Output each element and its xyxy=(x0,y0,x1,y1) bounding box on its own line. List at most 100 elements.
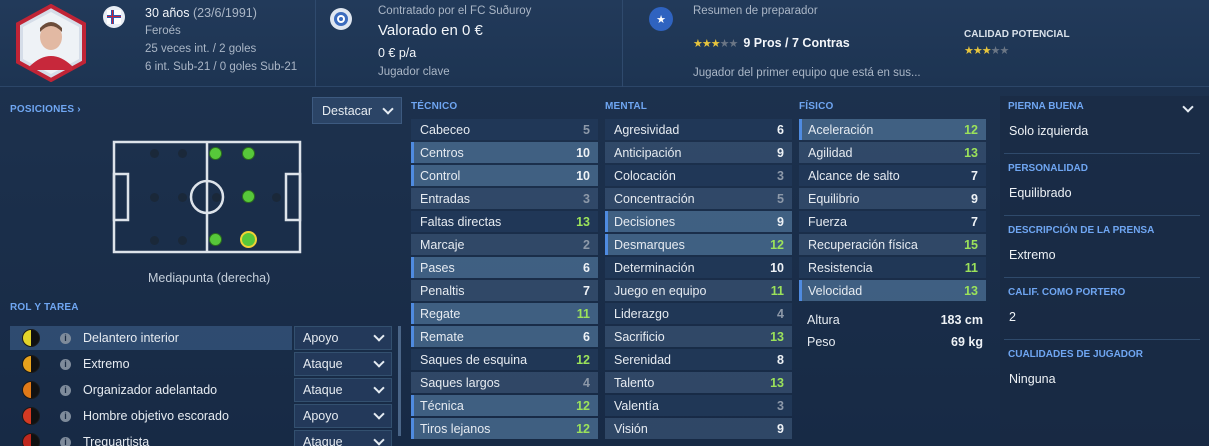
mental-attribute-name: Liderazgo xyxy=(614,306,669,321)
mental-attribute-name: Agresividad xyxy=(614,122,680,137)
info-icon[interactable]: i xyxy=(60,384,71,396)
technical-attribute-row: Tiros lejanos 12 xyxy=(411,418,598,439)
position-marker xyxy=(209,233,222,246)
physical-attribute-row: Recuperación física 15 xyxy=(799,234,986,255)
info-collapse-button[interactable] xyxy=(1181,101,1195,117)
role-row[interactable]: i Hombre objetivo escorado xyxy=(10,404,292,428)
mental-attribute-row: Concentración 5 xyxy=(605,188,792,209)
star-icon: ★ xyxy=(999,45,1010,57)
role-row[interactable]: i Organizador adelantado xyxy=(10,378,292,402)
mental-attribute-name: Sacrificio xyxy=(614,329,665,344)
player-photo xyxy=(12,3,90,83)
info-value: Solo izquierda xyxy=(1009,124,1089,138)
role-row[interactable]: i Extremo xyxy=(10,352,292,376)
role-circle-icon xyxy=(22,381,40,399)
physical-attribute-name: Aceleración xyxy=(808,122,874,137)
mental-attribute-value: 4 xyxy=(777,306,784,321)
info-icon[interactable]: i xyxy=(60,436,71,446)
role-duty-value: Ataque xyxy=(303,435,343,446)
info-divider xyxy=(1004,339,1200,340)
positions-label: POSICIONES xyxy=(10,104,75,115)
role-duty-dropdown[interactable]: Ataque xyxy=(294,352,392,376)
mental-attribute-value: 13 xyxy=(770,375,784,390)
roles-scrollbar[interactable] xyxy=(398,326,401,436)
technical-attribute-value: 3 xyxy=(583,191,590,206)
role-name: Trequartista xyxy=(83,435,150,446)
mental-attribute-value: 9 xyxy=(777,214,784,229)
physical-attribute-value: 7 xyxy=(971,214,978,229)
physical-attribute-name: Resistencia xyxy=(808,260,873,275)
role-row[interactable]: i Trequartista xyxy=(10,430,292,446)
physical-attribute-row: Alcance de salto 7 xyxy=(799,165,986,186)
technical-attribute-name: Penaltis xyxy=(420,283,465,298)
mental-attribute-name: Visión xyxy=(614,421,648,436)
technical-attribute-row: Saques largos 4 xyxy=(411,372,598,393)
technical-attribute-value: 11 xyxy=(576,306,590,321)
technical-attribute-row: Penaltis 7 xyxy=(411,280,598,301)
technical-attribute-value: 10 xyxy=(576,168,590,183)
star-icon: ★ xyxy=(972,45,983,57)
current-ability-stars: ★★★★★ xyxy=(693,36,739,50)
role-row[interactable]: i Delantero interior xyxy=(10,326,292,350)
chevron-down-icon xyxy=(373,382,385,394)
highlight-dropdown[interactable]: Destacar xyxy=(312,97,402,124)
mental-attribute-row: Determinación 10 xyxy=(605,257,792,278)
info-panel xyxy=(1000,96,1209,446)
star-icon: ★ xyxy=(728,38,739,50)
physical-attribute-value: 15 xyxy=(964,237,978,252)
star-icon: ★ xyxy=(710,38,721,50)
info-icon[interactable]: i xyxy=(60,410,71,422)
role-duty-value: Apoyo xyxy=(303,331,339,345)
mental-attribute-row: Desmarques 12 xyxy=(605,234,792,255)
player-value: Valorado en 0 € xyxy=(378,22,483,39)
mental-attribute-row: Decisiones 9 xyxy=(605,211,792,232)
technical-attribute-value: 4 xyxy=(583,375,590,390)
potential-ability-stars: ★★★★★ xyxy=(964,43,1010,57)
technical-attribute-name: Faltas directas xyxy=(420,214,502,229)
info-icon[interactable]: i xyxy=(60,358,71,370)
role-duty-dropdown[interactable]: Apoyo xyxy=(294,404,392,428)
technical-attribute-row: Marcaje 2 xyxy=(411,234,598,255)
technical-attribute-value: 7 xyxy=(583,283,590,298)
role-duty-dropdown[interactable]: Ataque xyxy=(294,430,392,446)
chevron-down-icon xyxy=(373,434,385,446)
position-marker xyxy=(209,147,222,160)
physical-attribute-name: Agilidad xyxy=(808,145,853,160)
physical-attribute-row: Equilibrio 9 xyxy=(799,188,986,209)
position-marker-selected xyxy=(240,231,257,248)
technical-attribute-row: Cabeceo 5 xyxy=(411,119,598,140)
positions-header[interactable]: POSICIONES › xyxy=(10,104,81,115)
role-name: Extremo xyxy=(83,357,130,371)
role-duty-dropdown[interactable]: Apoyo xyxy=(294,326,392,350)
physical-attribute-name: Equilibrio xyxy=(808,191,860,206)
technical-attribute-value: 10 xyxy=(576,145,590,160)
technical-attribute-row: Control 10 xyxy=(411,165,598,186)
position-caption: Mediapunta (derecha) xyxy=(148,271,271,285)
technical-attribute-name: Remate xyxy=(420,329,464,344)
info-icon[interactable]: i xyxy=(60,332,71,344)
squad-status: Jugador clave xyxy=(378,66,450,78)
technical-attribute-row: Técnica 12 xyxy=(411,395,598,416)
technical-attribute-name: Pases xyxy=(420,260,455,275)
technical-header: TÉCNICO xyxy=(411,101,458,112)
mental-attribute-name: Decisiones xyxy=(614,214,676,229)
role-name: Organizador adelantado xyxy=(83,383,218,397)
mental-attribute-row: Agresividad 6 xyxy=(605,119,792,140)
technical-attribute-name: Control xyxy=(420,168,461,183)
info-divider xyxy=(1004,215,1200,216)
physical-attribute-name: Recuperación física xyxy=(808,237,918,252)
physical-attribute-value: 12 xyxy=(964,122,978,137)
mental-attribute-row: Anticipación 9 xyxy=(605,142,792,163)
role-duty-dropdown[interactable]: Ataque xyxy=(294,378,392,402)
mental-attribute-name: Talento xyxy=(614,375,655,390)
technical-attribute-name: Entradas xyxy=(420,191,471,206)
mental-attribute-value: 13 xyxy=(770,329,784,344)
technical-attribute-value: 2 xyxy=(583,237,590,252)
technical-attribute-row: Entradas 3 xyxy=(411,188,598,209)
mental-attribute-name: Desmarques xyxy=(614,237,685,252)
physical-attribute-value: 9 xyxy=(971,191,978,206)
nation-flag-icon xyxy=(103,6,125,28)
technical-attribute-name: Saques de esquina xyxy=(420,352,528,367)
mental-attribute-row: Serenidad 8 xyxy=(605,349,792,370)
role-duty-value: Ataque xyxy=(303,357,343,371)
